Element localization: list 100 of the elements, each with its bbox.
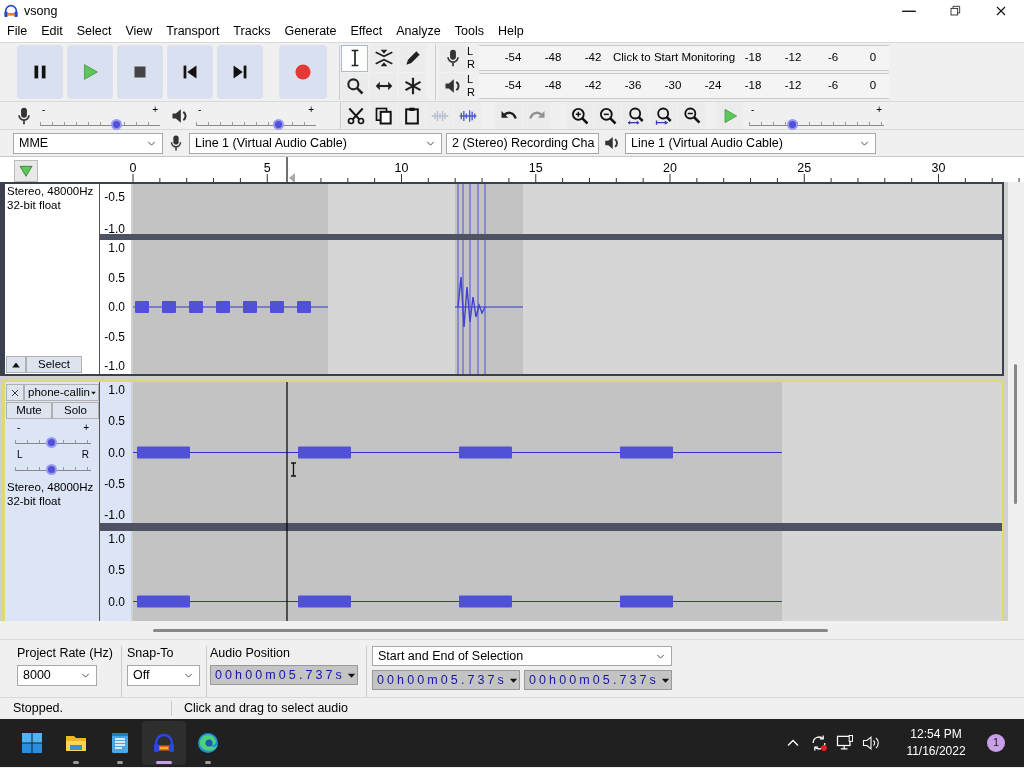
track-name-menu[interactable]: phone-callin: [24, 384, 99, 401]
menu-item[interactable]: Edit: [34, 22, 70, 42]
track-format-text: 32-bit float: [7, 198, 62, 213]
scrollbar-thumb[interactable]: [153, 629, 828, 632]
skip-to-end-button[interactable]: [217, 45, 263, 99]
recording-channels-dropdown[interactable]: 2 (Stereo) Recording Cha: [446, 132, 599, 154]
monitoring-prompt[interactable]: Click to Start Monitoring: [613, 51, 733, 65]
project-rate-dropdown[interactable]: 8000: [17, 665, 97, 686]
envelope-tool-icon: [373, 48, 394, 68]
record-meter-button[interactable]: [439, 44, 466, 72]
selection-tool[interactable]: [341, 44, 368, 72]
menu-item[interactable]: Select: [69, 22, 119, 42]
slider-thumb[interactable]: [786, 119, 798, 130]
minus-label: -: [42, 105, 46, 114]
snap-to-dropdown[interactable]: Off: [127, 665, 200, 686]
zoom-tool[interactable]: [341, 72, 368, 100]
speaker-icon: [603, 134, 621, 152]
zoom-toggle-button[interactable]: [678, 102, 705, 129]
selection-start-field[interactable]: 00h00m05.737s: [372, 670, 520, 690]
notification-badge[interactable]: 1: [987, 734, 1005, 752]
scale-label: 0.5: [108, 563, 125, 578]
cut-button[interactable]: [342, 102, 369, 129]
asterisk-icon: [402, 76, 423, 96]
timeline-play-button[interactable]: [14, 160, 38, 182]
status-text: Stopped.: [0, 701, 172, 716]
solo-button[interactable]: Solo: [52, 402, 99, 419]
level-meter[interactable]: -54 -48 -42 Click to Start Monitoring -18 -12 -6 0: [479, 45, 889, 71]
audio-clip[interactable]: [133, 382, 782, 523]
audio-clip[interactable]: [133, 184, 328, 234]
zoom-in-button[interactable]: [566, 102, 593, 129]
slider-thumb[interactable]: [273, 119, 284, 130]
window-title: vsong: [24, 3, 58, 19]
field-label: Snap-To: [127, 646, 175, 661]
meter-tick-label: -42: [583, 79, 603, 93]
menu-item[interactable]: Analyze: [389, 22, 448, 42]
menu-item[interactable]: Tracks: [226, 22, 278, 42]
scale-label: -0.5: [104, 476, 125, 491]
playback-device-dropdown[interactable]: Line 1 (Virtual Audio Cable): [625, 132, 876, 154]
menu-item[interactable]: Transport: [159, 22, 227, 42]
meter-tick-label: -12: [783, 79, 803, 93]
draw-tool[interactable]: [399, 44, 426, 72]
meter-tick-label: -36: [623, 79, 643, 93]
envelope-tool[interactable]: [370, 44, 397, 72]
slider-thumb[interactable]: [111, 119, 122, 130]
recording-device-dropdown[interactable]: Line 1 (Virtual Audio Cable): [189, 132, 442, 154]
silence-button[interactable]: [454, 102, 481, 129]
mouse-pointer-icon: [290, 462, 297, 477]
select-track-button[interactable]: Select: [26, 356, 82, 373]
status-text: Click and drag to select audio: [183, 701, 348, 716]
menu-item[interactable]: File: [0, 22, 35, 42]
scrollbar-thumb[interactable]: [1014, 364, 1017, 504]
scale-label: 0.5: [108, 270, 125, 285]
level-meter[interactable]: -54 -48 -42 -36 -30 -24 -18 -12 -6 0: [479, 73, 889, 99]
meter-tick-label: -12: [783, 51, 803, 65]
slider-thumb[interactable]: [46, 464, 57, 475]
play-icon: [18, 163, 34, 179]
menu-item[interactable]: Effect: [343, 22, 390, 42]
selection-mode-dropdown[interactable]: Start and End of Selection: [372, 646, 672, 666]
scale-label: 0.0: [108, 594, 125, 609]
mute-button[interactable]: Mute: [6, 402, 52, 419]
audio-clip[interactable]: [133, 240, 328, 374]
audacity-button[interactable]: [142, 721, 186, 765]
menu-item[interactable]: Help: [490, 22, 531, 42]
paste-button[interactable]: [398, 102, 425, 129]
stop-button[interactable]: [117, 45, 163, 99]
multi-tool[interactable]: [399, 72, 426, 100]
menu-item[interactable]: Generate: [277, 22, 344, 42]
meter-tick-label: -6: [826, 51, 840, 65]
slider-thumb[interactable]: [46, 437, 57, 448]
running-indicator: [205, 761, 211, 764]
audio-position-field[interactable]: 00h00m05.737s: [210, 665, 358, 685]
fit-selection-button[interactable]: [622, 102, 649, 129]
playhead-marker[interactable]: [286, 157, 295, 184]
audio-clip[interactable]: [133, 531, 782, 623]
selection-end-field[interactable]: 00h00m05.737s: [524, 670, 672, 690]
undo-button[interactable]: [495, 102, 522, 129]
headphones-icon: [3, 3, 19, 19]
minus-label: -: [751, 105, 755, 114]
skip-to-start-button[interactable]: [167, 45, 213, 99]
menu-item[interactable]: Tools: [447, 22, 491, 42]
fit-project-button[interactable]: [650, 102, 677, 129]
clock-date: 11/16/2022: [905, 743, 967, 760]
time-shift-tool[interactable]: [370, 72, 397, 100]
collapse-button[interactable]: [6, 356, 26, 373]
copy-button[interactable]: [370, 102, 397, 129]
vertical-scrollbar[interactable]: [1008, 182, 1024, 621]
meter-tick-label: -42: [583, 51, 603, 65]
record-button[interactable]: [279, 45, 327, 99]
plus-label: +: [876, 105, 882, 114]
volume-icon[interactable]: [861, 733, 881, 753]
pause-button[interactable]: [17, 45, 63, 99]
audio-host-dropdown[interactable]: MME: [13, 132, 163, 154]
zoom-out-button[interactable]: [594, 102, 621, 129]
track-format-text: Stereo, 48000Hz: [7, 185, 95, 199]
scissors-icon: [345, 105, 366, 126]
playback-meter-button[interactable]: [439, 72, 466, 100]
clock[interactable]: 12:54 PM 11/16/2022: [905, 726, 967, 760]
ruler-label: 0: [129, 161, 137, 175]
magnifier-icon: [344, 76, 365, 96]
menu-item[interactable]: View: [118, 22, 160, 42]
